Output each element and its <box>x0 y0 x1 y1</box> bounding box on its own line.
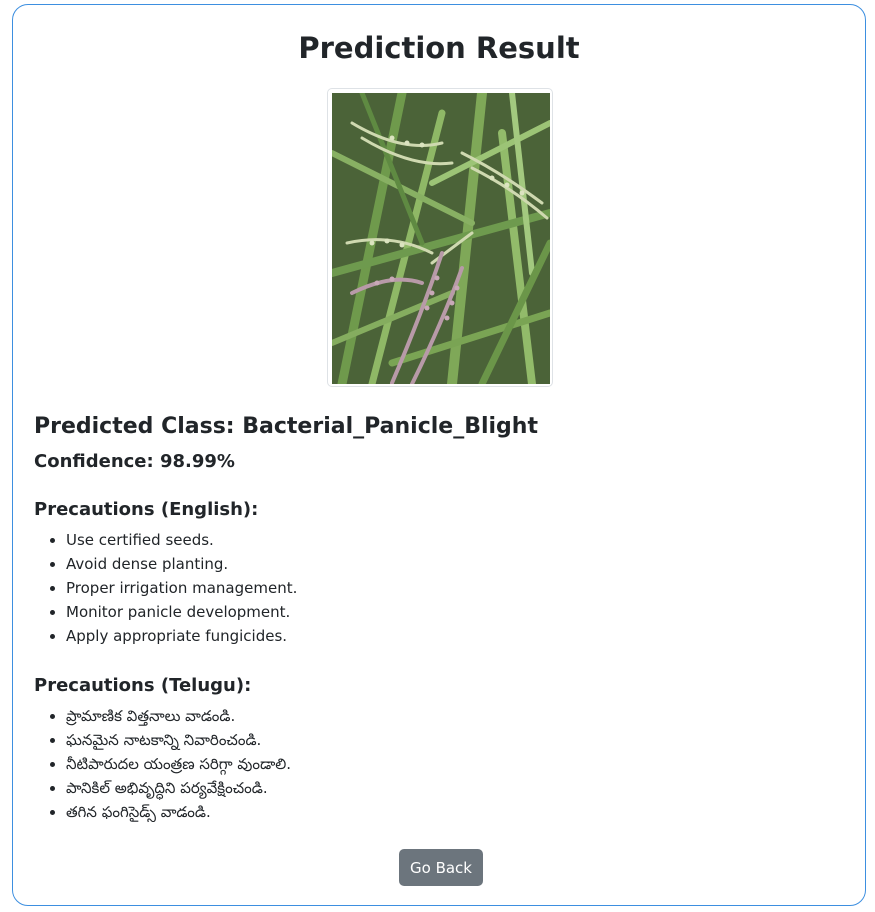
list-item: ఘనమైన నాటకాన్ని నివారించండి. <box>66 728 291 752</box>
precautions-telugu-heading: Precautions (Telugu): <box>34 675 252 696</box>
list-item: Use certified seeds. <box>66 528 297 552</box>
precautions-telugu-list: ప్రామాణిక విత్తనాలు వాడండి. ఘనమైన నాటకాన… <box>34 704 291 824</box>
uploaded-image-frame <box>327 88 553 387</box>
list-item: Proper irrigation management. <box>66 576 297 600</box>
list-item: తగిన ఫంగిసైడ్స్ వాడండి. <box>66 800 291 824</box>
precautions-english-heading: Precautions (English): <box>34 499 259 520</box>
list-item: Monitor panicle development. <box>66 600 297 624</box>
predicted-class: Predicted Class: Bacterial_Panicle_Bligh… <box>34 414 538 439</box>
page-title: Prediction Result <box>298 31 580 65</box>
go-back-button[interactable]: Go Back <box>399 849 483 886</box>
list-item: నీటిపారుదల యంత్రణ సరిగ్గా వుండాలి. <box>66 752 291 776</box>
list-item: పానికిల్ అభివృద్ధిని పర్యవేక్షించండి. <box>66 776 291 800</box>
list-item: ప్రామాణిక విత్తనాలు వాడండి. <box>66 704 291 728</box>
list-item: Apply appropriate fungicides. <box>66 624 297 648</box>
list-item: Avoid dense planting. <box>66 552 297 576</box>
confidence-score: Confidence: 98.99% <box>34 451 235 472</box>
result-card: Prediction Result Predicted Class: Bacte… <box>12 4 866 906</box>
uploaded-rice-image <box>332 93 550 384</box>
precautions-english-list: Use certified seeds. Avoid dense plantin… <box>34 528 297 648</box>
